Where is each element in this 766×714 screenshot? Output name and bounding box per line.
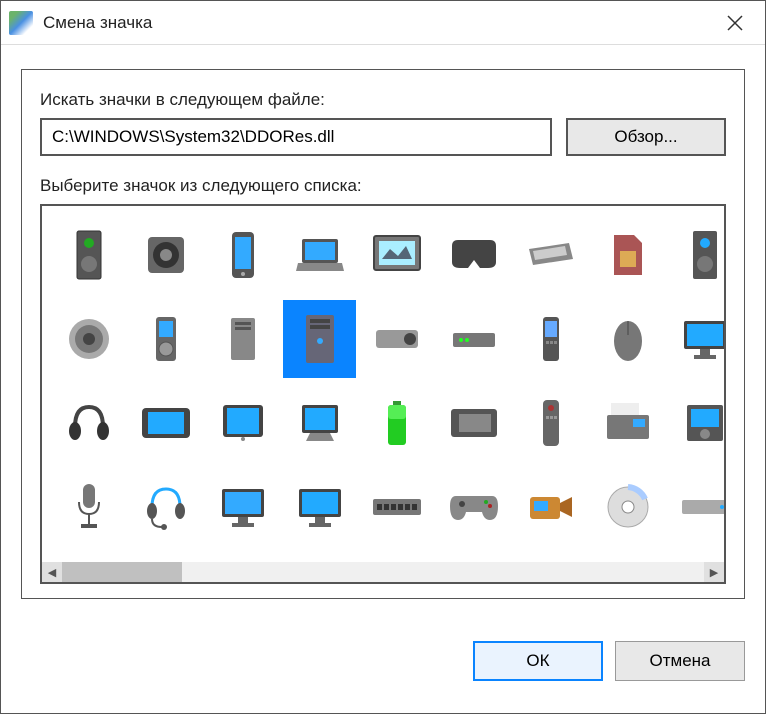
desktop-tower-icon (294, 313, 346, 365)
fax-machine-icon (602, 397, 654, 449)
icon-game-controller[interactable] (437, 468, 510, 546)
icon-grid (52, 216, 714, 548)
icon-tower-speaker-2[interactable] (668, 216, 726, 294)
laptop-icon (294, 229, 346, 281)
icon-sim-card[interactable] (591, 216, 664, 294)
tower-speaker-icon (63, 229, 115, 281)
icon-battery[interactable] (360, 384, 433, 462)
speaker-cone-icon (63, 313, 115, 365)
icon-list-box[interactable]: ◀ ▶ (40, 204, 726, 584)
icon-vr-headset[interactable] (437, 216, 510, 294)
optical-disc-icon (602, 481, 654, 533)
icon-mouse[interactable] (591, 300, 664, 378)
icon-monitor-3[interactable] (283, 468, 356, 546)
icon-speaker[interactable] (129, 216, 202, 294)
graphics-tablet-icon (448, 397, 500, 449)
tower-speaker-2-icon (679, 229, 727, 281)
close-icon (727, 15, 743, 31)
camcorder-icon (525, 481, 577, 533)
titlebar: Смена значка (1, 1, 765, 45)
mouse-icon (602, 313, 654, 365)
icon-smartphone[interactable] (206, 216, 279, 294)
icon-network-switch[interactable] (360, 468, 433, 546)
remote-control-icon (525, 397, 577, 449)
external-drive-icon (679, 481, 727, 533)
icon-cellphone[interactable] (514, 300, 587, 378)
browse-button[interactable]: Обзор... (566, 118, 726, 156)
icon-graphics-tablet[interactable] (437, 384, 510, 462)
icon-camcorder[interactable] (514, 468, 587, 546)
icon-monitor-2[interactable] (206, 468, 279, 546)
icon-optical-disc[interactable] (591, 468, 664, 546)
dialog-actions: ОК Отмена (1, 631, 765, 695)
speaker-icon (140, 229, 192, 281)
icon-tablet[interactable] (206, 384, 279, 462)
tablet-stand-icon (294, 397, 346, 449)
ok-button[interactable]: ОК (473, 641, 603, 681)
scroll-left-arrow[interactable]: ◀ (42, 562, 62, 582)
icon-monitor-1[interactable] (668, 300, 726, 378)
vr-headset-icon (448, 229, 500, 281)
icon-media-player[interactable] (668, 384, 726, 462)
mp3-player-icon (140, 313, 192, 365)
icon-external-drive[interactable] (668, 468, 726, 546)
sim-card-icon (602, 229, 654, 281)
icon-desktop-tower-small[interactable] (206, 300, 279, 378)
icon-headphones[interactable] (52, 384, 125, 462)
list-label: Выберите значок из следующего списка: (40, 176, 726, 196)
modem-icon (448, 313, 500, 365)
icon-tablet-landscape[interactable] (129, 384, 202, 462)
change-icon-dialog: Смена значка Искать значки в следующем ф… (0, 0, 766, 714)
icon-path-input[interactable] (40, 118, 552, 156)
desktop-tower-small-icon (217, 313, 269, 365)
icon-fax-machine[interactable] (591, 384, 664, 462)
picture-frame-icon (371, 229, 423, 281)
icon-projector[interactable] (360, 300, 433, 378)
smartphone-icon (217, 229, 269, 281)
monitor-2-icon (217, 481, 269, 533)
game-controller-icon (448, 481, 500, 533)
network-switch-icon (371, 481, 423, 533)
icon-modem[interactable] (437, 300, 510, 378)
icon-microphone[interactable] (52, 468, 125, 546)
headphones-icon (63, 397, 115, 449)
app-icon (9, 11, 33, 35)
icon-tower-speaker[interactable] (52, 216, 125, 294)
monitor-1-icon (679, 313, 727, 365)
icon-tablet-stand[interactable] (283, 384, 356, 462)
media-player-icon (679, 397, 727, 449)
battery-icon (371, 397, 423, 449)
icon-remote-control[interactable] (514, 384, 587, 462)
main-group: Искать значки в следующем файле: Обзор..… (21, 69, 745, 599)
flatbed-scanner-icon (525, 229, 577, 281)
scroll-right-arrow[interactable]: ▶ (704, 562, 724, 582)
scroll-thumb[interactable] (62, 562, 182, 582)
tablet-icon (217, 397, 269, 449)
icon-flatbed-scanner[interactable] (514, 216, 587, 294)
microphone-icon (63, 481, 115, 533)
cancel-button[interactable]: Отмена (615, 641, 745, 681)
monitor-3-icon (294, 481, 346, 533)
cellphone-icon (525, 313, 577, 365)
projector-icon (371, 313, 423, 365)
path-label: Искать значки в следующем файле: (40, 90, 726, 110)
icon-mp3-player[interactable] (129, 300, 202, 378)
window-title: Смена значка (43, 13, 713, 33)
tablet-landscape-icon (140, 397, 192, 449)
icon-desktop-tower[interactable] (283, 300, 356, 378)
icon-laptop[interactable] (283, 216, 356, 294)
close-button[interactable] (713, 1, 757, 45)
icon-picture-frame[interactable] (360, 216, 433, 294)
horizontal-scrollbar[interactable]: ◀ ▶ (42, 562, 724, 582)
headset-icon (140, 481, 192, 533)
icon-headset[interactable] (129, 468, 202, 546)
icon-speaker-cone[interactable] (52, 300, 125, 378)
